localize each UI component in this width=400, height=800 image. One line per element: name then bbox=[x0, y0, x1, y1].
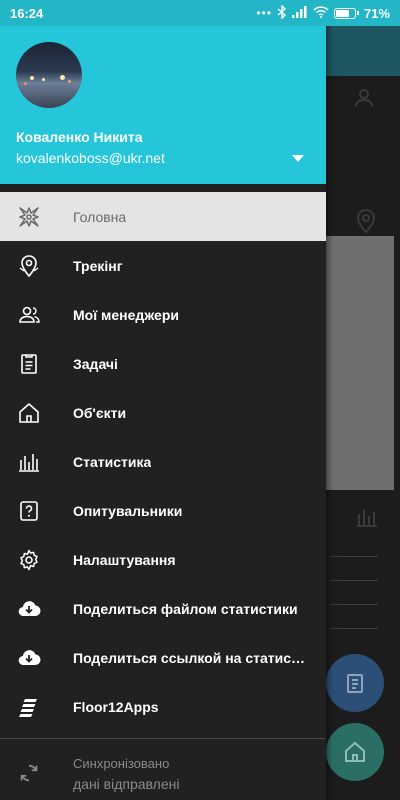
account-dropdown-toggle[interactable] bbox=[290, 152, 306, 164]
caret-down-icon bbox=[292, 149, 304, 167]
tasks-fab[interactable] bbox=[326, 654, 384, 712]
menu-item-tracking[interactable]: Трекінг bbox=[0, 241, 326, 290]
drawer-header: Коваленко Никита kovalenkoboss@ukr.net bbox=[0, 0, 326, 184]
menu-item-label: Floor12Apps bbox=[73, 698, 159, 715]
bluetooth-icon bbox=[277, 3, 287, 22]
house-icon bbox=[0, 388, 73, 437]
menu-item-label: Налаштування bbox=[73, 551, 176, 568]
compass-icon bbox=[0, 192, 73, 241]
navigation-drawer: Коваленко Никита kovalenkoboss@ukr.net Г… bbox=[0, 0, 326, 800]
person-icon bbox=[352, 86, 376, 115]
menu-item-label: Об'єкти bbox=[73, 404, 127, 421]
menu-item-label: Поделиться файлом статистики bbox=[73, 600, 298, 617]
sync-detail-text: дані відправлені bbox=[73, 776, 180, 792]
user-name: Коваленко Никита bbox=[16, 129, 143, 145]
cloud-download-icon bbox=[0, 633, 73, 682]
floor12-logo-icon bbox=[0, 682, 73, 731]
status-bar: 16:24 ••• 71% bbox=[0, 0, 400, 26]
status-time: 16:24 bbox=[10, 5, 44, 21]
divider bbox=[330, 580, 378, 581]
map-pin-icon bbox=[0, 241, 73, 290]
menu-item-label: Статистика bbox=[73, 453, 152, 470]
map-pin-icon bbox=[356, 208, 376, 239]
battery-percent: 71% bbox=[363, 5, 390, 21]
menu-item-label: Трекінг bbox=[73, 257, 123, 274]
people-icon bbox=[0, 290, 73, 339]
clipboard-icon bbox=[0, 339, 73, 388]
menu-item-label: Головна bbox=[73, 208, 127, 225]
gear-icon bbox=[0, 535, 73, 584]
menu-item-statistics[interactable]: Статистика bbox=[0, 437, 326, 486]
menu-item-tasks[interactable]: Задачі bbox=[0, 339, 326, 388]
menu-item-managers[interactable]: Мої менеджери bbox=[0, 290, 326, 339]
divider bbox=[330, 628, 378, 629]
menu-item-label: Поделиться ссылкой на статистику bbox=[73, 649, 309, 666]
cloud-download-icon bbox=[0, 584, 73, 633]
drawer-menu: Головна Трекінг Мої менеджери Задачі Об'… bbox=[0, 192, 326, 731]
sync-status-text: Синхронізовано bbox=[73, 756, 170, 771]
signal-icon bbox=[291, 5, 308, 21]
divider bbox=[330, 604, 378, 605]
battery-level bbox=[335, 9, 349, 17]
menu-item-share-stats-file[interactable]: Поделиться файлом статистики bbox=[0, 584, 326, 633]
notification-dots: ••• bbox=[256, 6, 272, 20]
menu-item-label: Задачі bbox=[73, 355, 118, 372]
avatar[interactable] bbox=[16, 42, 82, 108]
menu-item-home[interactable]: Головна bbox=[0, 192, 326, 241]
objects-fab[interactable] bbox=[326, 723, 384, 781]
menu-item-floor12apps[interactable]: Floor12Apps bbox=[0, 682, 326, 731]
drawer-divider bbox=[0, 738, 326, 739]
divider bbox=[330, 556, 378, 557]
bar-chart-icon bbox=[356, 506, 378, 533]
menu-item-objects[interactable]: Об'єкти bbox=[0, 388, 326, 437]
sync-icon bbox=[18, 762, 40, 789]
menu-item-surveys[interactable]: Опитувальники bbox=[0, 486, 326, 535]
menu-item-share-stats-link[interactable]: Поделиться ссылкой на статистику bbox=[0, 633, 326, 682]
bar-chart-icon bbox=[0, 437, 73, 486]
wifi-icon bbox=[313, 5, 329, 21]
question-icon bbox=[0, 486, 73, 535]
sync-status-row[interactable]: Синхронізовано дані відправлені bbox=[0, 748, 326, 798]
background-content-panel bbox=[326, 236, 394, 490]
battery-icon bbox=[333, 7, 359, 19]
menu-item-label: Опитувальники bbox=[73, 502, 183, 519]
menu-item-settings[interactable]: Налаштування bbox=[0, 535, 326, 584]
menu-item-label: Мої менеджери bbox=[73, 306, 179, 323]
user-email: kovalenkoboss@ukr.net bbox=[16, 150, 165, 166]
